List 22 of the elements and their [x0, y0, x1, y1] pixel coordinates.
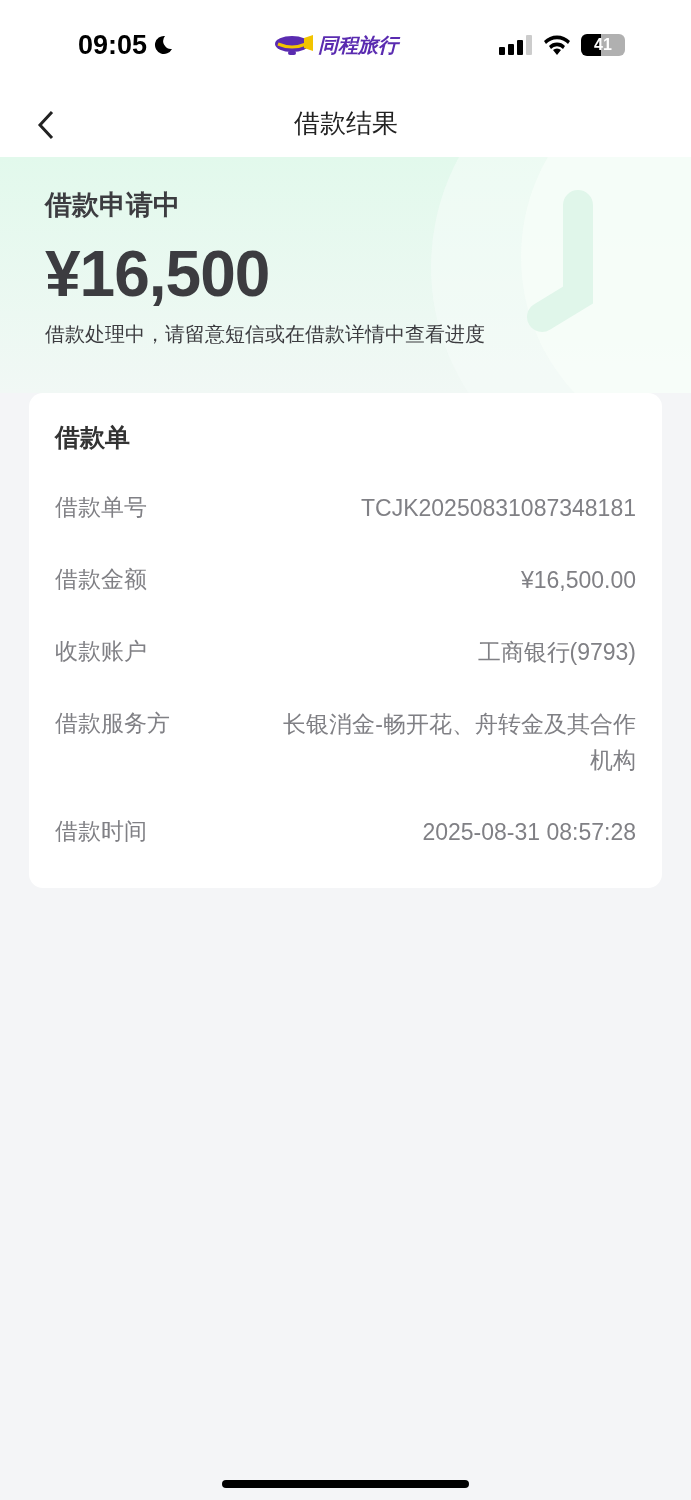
status-title: 借款申请中	[45, 188, 181, 222]
loan-amount: ¥16,500	[45, 237, 271, 311]
status-note: 借款处理中，请留意短信或在借款详情中查看进度	[45, 321, 486, 348]
moon-icon	[153, 35, 174, 55]
back-icon[interactable]	[36, 110, 56, 140]
blimp-logo-icon	[274, 34, 315, 56]
field-value: ¥16,500.00	[520, 566, 636, 595]
field-label: 收款账户	[55, 637, 147, 666]
field-label: 借款时间	[55, 817, 147, 846]
field-value: 长银消金-畅开花、舟转金及其合作机构	[282, 710, 636, 775]
card-title: 借款单	[55, 422, 131, 454]
status-time: 09:05	[78, 29, 174, 61]
field-value: 工商银行(9793)	[477, 638, 636, 667]
field-value: 2025-08-31 08:57:28	[422, 818, 636, 847]
app-name: 同程旅行	[318, 31, 399, 59]
page-title: 借款结果	[293, 107, 398, 140]
wifi-icon	[543, 35, 571, 55]
field-label: 借款金额	[55, 565, 147, 594]
signal-icon	[499, 35, 533, 55]
field-value: TCJK20250831087348181	[361, 494, 636, 523]
field-label: 借款服务方	[55, 709, 170, 738]
field-label: 借款单号	[55, 493, 147, 522]
